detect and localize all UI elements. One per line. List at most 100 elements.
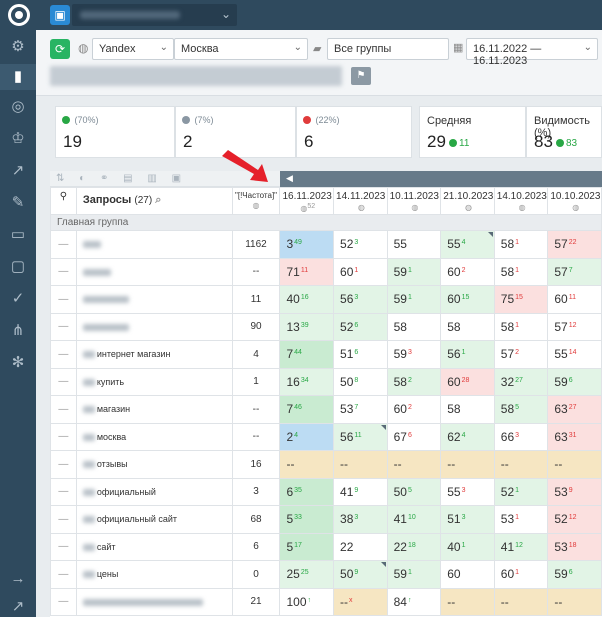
search-icon[interactable]: ⌕ (155, 194, 161, 206)
position-cell[interactable]: 505 (386, 477, 442, 506)
position-cell[interactable]: 582 (386, 367, 442, 396)
position-cell[interactable]: 624 (440, 422, 495, 451)
down-positions-card[interactable]: (22%) 6 (296, 106, 412, 158)
report-icon[interactable]: ✓ (0, 286, 36, 312)
clip-icon[interactable]: ⚲ (50, 187, 77, 215)
row-menu-icon[interactable]: — (50, 395, 77, 424)
table-row[interactable]: —21 100↑ --x 84↑ -- -- -- (50, 587, 602, 616)
date-column-header[interactable]: 14.11.2023 ◍ (333, 187, 388, 215)
position-cell[interactable]: 100↑ (279, 587, 335, 616)
position-cell[interactable]: 593 (386, 340, 442, 369)
position-cell[interactable]: 591 (386, 560, 442, 589)
position-cell[interactable]: 517 (279, 532, 335, 561)
position-cell[interactable]: 5212 (547, 505, 602, 534)
scroll-left-icon[interactable]: ◀ (286, 173, 293, 184)
row-menu-icon[interactable]: — (50, 367, 77, 396)
position-cell[interactable]: 531 (493, 505, 549, 534)
briefcase-icon[interactable]: ▣ (50, 5, 70, 25)
project-selector[interactable]: ⌄ (72, 4, 237, 26)
top-positions-card[interactable]: (70%) 19 (55, 106, 175, 158)
position-cell[interactable]: 84↑ (386, 587, 442, 616)
competitors-icon[interactable]: ◎ (0, 94, 36, 120)
query-cell[interactable]: купить (75, 367, 233, 396)
position-cell[interactable]: 3227 (493, 367, 549, 396)
table-row[interactable]: — 11 4016 563 591 6015 7515 6011 (50, 285, 602, 314)
positions-chart-icon[interactable]: ▮ (0, 64, 36, 90)
position-cell[interactable]: 7515 (493, 285, 549, 314)
position-cell[interactable]: 563 (333, 285, 388, 314)
monitor-icon[interactable]: ▭ (0, 222, 36, 248)
query-cell[interactable] (75, 257, 233, 286)
table-row[interactable]: — купить 1 1634 508 582 6028 3227 596 (50, 367, 602, 396)
position-cell[interactable]: 523 (333, 230, 388, 259)
position-cell[interactable]: 601 (493, 560, 549, 589)
table-row[interactable]: — официальный сайт 68 533 383 4110 513 531 5212 (50, 505, 602, 534)
position-cell[interactable]: 585 (493, 395, 549, 424)
position-cell[interactable]: -- (547, 587, 602, 616)
position-cell[interactable]: 383 (333, 505, 388, 534)
frequency-header[interactable]: "[!Частота]" ◍ (231, 187, 281, 215)
position-cell[interactable]: -- (333, 450, 388, 479)
query-cell[interactable]: официальный (75, 477, 233, 506)
date-column-header[interactable]: 21.10.2023 ◍ (440, 187, 495, 215)
position-cell[interactable]: 24 (279, 422, 335, 451)
position-cell[interactable]: 22 (333, 532, 388, 561)
position-cell[interactable]: 7111 (279, 257, 335, 286)
query-cell[interactable]: отзывы (75, 450, 233, 479)
settings-gear-icon[interactable]: ✻ (0, 350, 36, 376)
position-cell[interactable]: 596 (547, 367, 602, 396)
table-row[interactable]: — магазин -- 746 537 602 58 585 6327 (50, 395, 602, 424)
row-menu-icon[interactable]: — (50, 312, 77, 341)
trophy-icon[interactable]: ♔ (0, 126, 36, 152)
position-cell[interactable]: 4112 (493, 532, 549, 561)
date-column-header[interactable]: 16.11.2023 ◍52 (279, 187, 335, 215)
position-cell[interactable]: 6331 (547, 422, 602, 451)
position-cell[interactable]: 581 (493, 230, 549, 259)
position-cell[interactable]: 5514 (547, 340, 602, 369)
position-cell[interactable]: -- (493, 450, 549, 479)
trend-icon[interactable]: ↗ (0, 158, 36, 184)
row-menu-icon[interactable]: — (50, 477, 77, 506)
position-cell[interactable]: 676 (386, 422, 442, 451)
position-cell[interactable]: 533 (279, 505, 335, 534)
position-cell[interactable]: 744 (279, 340, 335, 369)
row-menu-icon[interactable]: — (50, 560, 77, 589)
position-cell[interactable]: 553 (440, 477, 495, 506)
query-cell[interactable] (75, 312, 233, 341)
table-row[interactable]: — цены 0 2525 509 591 60 601 596 (50, 560, 602, 589)
exit-arrow-icon[interactable]: → (0, 566, 36, 592)
position-cell[interactable]: 601 (333, 257, 388, 286)
position-cell[interactable]: 58 (440, 395, 495, 424)
row-menu-icon[interactable]: — (50, 285, 77, 314)
row-menu-icon[interactable]: — (50, 230, 77, 259)
group-select[interactable]: Все группы (327, 38, 449, 60)
position-cell[interactable]: 5611 (333, 422, 388, 451)
table-row[interactable]: — сайт 6 517 22 2218 401 4112 5318 (50, 532, 602, 561)
refresh-button[interactable]: ⟳ (50, 39, 70, 59)
position-cell[interactable]: 2525 (279, 560, 335, 589)
position-cell[interactable]: 2218 (386, 532, 442, 561)
position-cell[interactable]: 537 (333, 395, 388, 424)
position-cell[interactable]: 349 (279, 230, 335, 259)
position-cell[interactable]: -- (279, 450, 335, 479)
position-cell[interactable]: 1339 (279, 312, 335, 341)
row-menu-icon[interactable]: — (50, 587, 77, 616)
position-cell[interactable]: 1634 (279, 367, 335, 396)
position-cell[interactable]: 419 (333, 477, 388, 506)
position-cell[interactable]: 577 (547, 257, 602, 286)
position-cell[interactable]: 5318 (547, 532, 602, 561)
position-cell[interactable]: 554 (440, 230, 495, 259)
inbox-icon[interactable]: ▢ (0, 254, 36, 280)
position-cell[interactable]: 526 (333, 312, 388, 341)
query-cell[interactable]: москва (75, 422, 233, 451)
table-row[interactable]: — интернет магазин 4 744 516 593 561 572 5514 (50, 340, 602, 369)
table-row[interactable]: — 1162 349 523 55 554 581 5722 (50, 230, 602, 259)
query-cell[interactable]: магазин (75, 395, 233, 424)
position-cell[interactable]: 591 (386, 257, 442, 286)
row-menu-icon[interactable]: — (50, 532, 77, 561)
position-cell[interactable]: 539 (547, 477, 602, 506)
position-cell[interactable]: 5712 (547, 312, 602, 341)
table-row[interactable]: — отзывы 16 -- -- -- -- -- -- (50, 450, 602, 479)
position-cell[interactable]: 58 (386, 312, 442, 341)
region-select[interactable]: Москва ⌄ (174, 38, 308, 60)
